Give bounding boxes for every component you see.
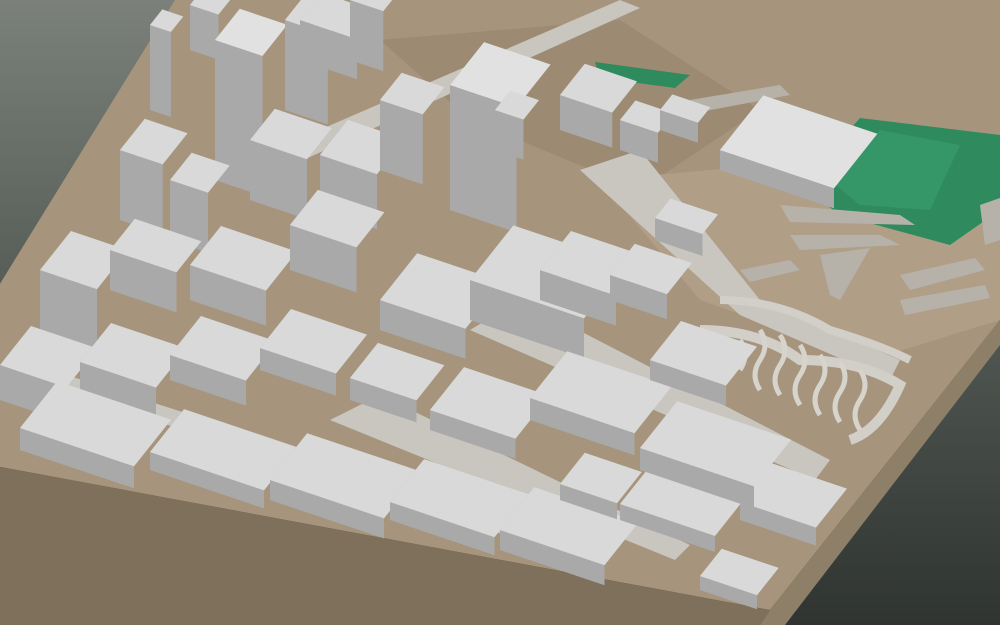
city-model-canvas[interactable] bbox=[0, 0, 1000, 625]
